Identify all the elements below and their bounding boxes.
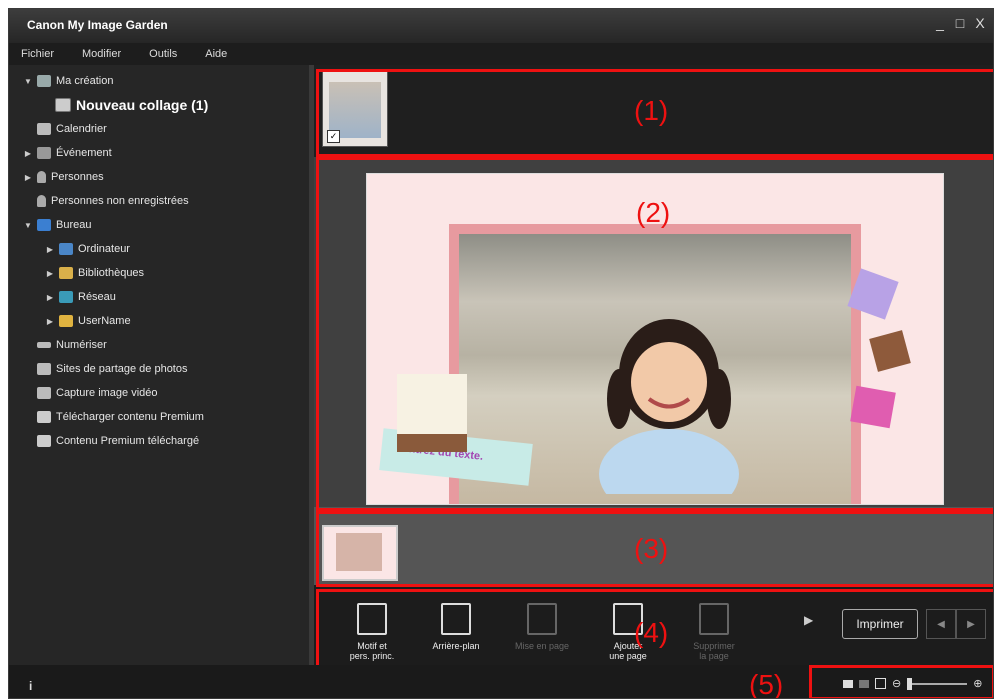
sidebar-item-numeriser[interactable]: Numériser bbox=[37, 335, 107, 355]
menu-fichier[interactable]: Fichier bbox=[21, 48, 54, 60]
sidebar-item-personnes[interactable]: ▶ Personnes bbox=[23, 167, 104, 187]
sidebar-item-label: Réseau bbox=[78, 291, 116, 303]
sidebar-item-label: Calendrier bbox=[56, 123, 107, 135]
minimize-icon[interactable]: _ bbox=[933, 15, 947, 31]
event-icon bbox=[37, 147, 51, 159]
sidebar-item-personnes-non-enregistrees[interactable]: Personnes non enregistrées bbox=[37, 191, 189, 211]
sidebar-item-label: Contenu Premium téléchargé bbox=[56, 435, 200, 447]
sidebar-item-bureau[interactable]: ▼ Bureau bbox=[23, 215, 91, 235]
sidebar-item-label: Capture image vidéo bbox=[56, 387, 158, 399]
callout-3: (3) bbox=[634, 533, 669, 564]
callout-4: (4) bbox=[634, 617, 669, 648]
menu-modifier[interactable]: Modifier bbox=[82, 48, 121, 60]
sidebar-item-telecharger-premium[interactable]: Télécharger contenu Premium bbox=[37, 407, 204, 427]
sidebar-item-username[interactable]: ▶ UserName bbox=[45, 311, 131, 331]
menu-bar: Fichier Modifier Outils Aide bbox=[9, 43, 993, 65]
menu-outils[interactable]: Outils bbox=[149, 48, 177, 60]
sidebar-item-label: Bibliothèques bbox=[78, 267, 145, 279]
sidebar-item-capture-video[interactable]: Capture image vidéo bbox=[37, 383, 158, 403]
user-folder-icon bbox=[59, 315, 73, 327]
expand-arrow-icon[interactable]: ▼ bbox=[23, 77, 33, 86]
sidebar: ▼ Ma création Nouveau collage (1) Calend… bbox=[9, 65, 309, 665]
premium-folder-icon bbox=[37, 435, 51, 447]
sidebar-item-label: Ma création bbox=[56, 75, 114, 87]
network-icon bbox=[59, 291, 73, 303]
callout-box-5 bbox=[809, 665, 993, 698]
sidebar-item-label: UserName bbox=[78, 315, 131, 327]
callout-1: (1) bbox=[634, 95, 669, 126]
callout-2: (2) bbox=[636, 197, 671, 228]
person-unregistered-icon bbox=[37, 195, 46, 207]
sidebar-item-label: Personnes bbox=[51, 171, 104, 183]
title-bar: Canon My Image Garden _ □ X bbox=[9, 9, 993, 43]
menu-aide[interactable]: Aide bbox=[205, 48, 227, 60]
close-icon[interactable]: X bbox=[973, 15, 987, 31]
creation-icon bbox=[37, 75, 51, 87]
scan-icon bbox=[37, 342, 51, 348]
libraries-icon bbox=[59, 267, 73, 279]
expand-arrow-icon[interactable]: ▶ bbox=[45, 317, 55, 326]
expand-arrow-icon[interactable]: ▼ bbox=[23, 221, 33, 230]
expand-arrow-icon[interactable]: ▶ bbox=[23, 173, 33, 182]
sidebar-item-label: Personnes non enregistrées bbox=[51, 195, 189, 207]
sidebar-item-nouveau-collage[interactable]: Nouveau collage (1) bbox=[55, 95, 208, 115]
sidebar-item-evenement[interactable]: ▶ Événement bbox=[23, 143, 112, 163]
sidebar-item-bibliotheques[interactable]: ▶ Bibliothèques bbox=[45, 263, 144, 283]
sidebar-item-ma-creation[interactable]: ▼ Ma création bbox=[23, 71, 113, 91]
sidebar-item-label: Nouveau collage (1) bbox=[76, 97, 209, 113]
sidebar-item-label: Numériser bbox=[56, 339, 107, 351]
expand-arrow-icon[interactable]: ▶ bbox=[45, 245, 55, 254]
main-content: ✓ Entrez du texte. Motif et pers. princ.… bbox=[314, 65, 993, 669]
sidebar-item-label: Sites de partage de photos bbox=[56, 363, 188, 375]
window-controls: _ □ X bbox=[933, 15, 987, 31]
expand-arrow-icon[interactable]: ▶ bbox=[23, 149, 33, 158]
sidebar-item-reseau[interactable]: ▶ Réseau bbox=[45, 287, 116, 307]
sidebar-item-premium-telecharge[interactable]: Contenu Premium téléchargé bbox=[37, 431, 199, 451]
desktop-icon bbox=[37, 219, 51, 231]
expand-arrow-icon[interactable]: ▶ bbox=[45, 293, 55, 302]
sidebar-item-label: Événement bbox=[56, 147, 112, 159]
maximize-icon[interactable]: □ bbox=[953, 15, 967, 31]
download-premium-icon bbox=[37, 411, 51, 423]
app-window: Canon My Image Garden _ □ X Fichier Modi… bbox=[8, 8, 994, 699]
photo-share-icon bbox=[37, 363, 51, 375]
sidebar-item-label: Ordinateur bbox=[78, 243, 130, 255]
status-bar: i ⊖ ⊕ (5) bbox=[9, 665, 993, 699]
app-title: Canon My Image Garden bbox=[27, 18, 168, 32]
person-icon bbox=[37, 171, 46, 183]
sidebar-item-label: Télécharger contenu Premium bbox=[56, 411, 204, 423]
sidebar-item-sites-partage[interactable]: Sites de partage de photos bbox=[37, 359, 187, 379]
calendar-icon bbox=[37, 123, 51, 135]
expand-arrow-icon[interactable]: ▶ bbox=[45, 269, 55, 278]
callout-5: (5) bbox=[749, 669, 784, 699]
sidebar-item-label: Bureau bbox=[56, 219, 92, 231]
sidebar-item-calendrier[interactable]: Calendrier bbox=[37, 119, 107, 139]
collage-icon bbox=[55, 98, 71, 112]
info-icon[interactable]: i bbox=[29, 679, 32, 693]
computer-icon bbox=[59, 243, 73, 255]
video-capture-icon bbox=[37, 387, 51, 399]
sidebar-item-ordinateur[interactable]: ▶ Ordinateur bbox=[45, 239, 130, 259]
